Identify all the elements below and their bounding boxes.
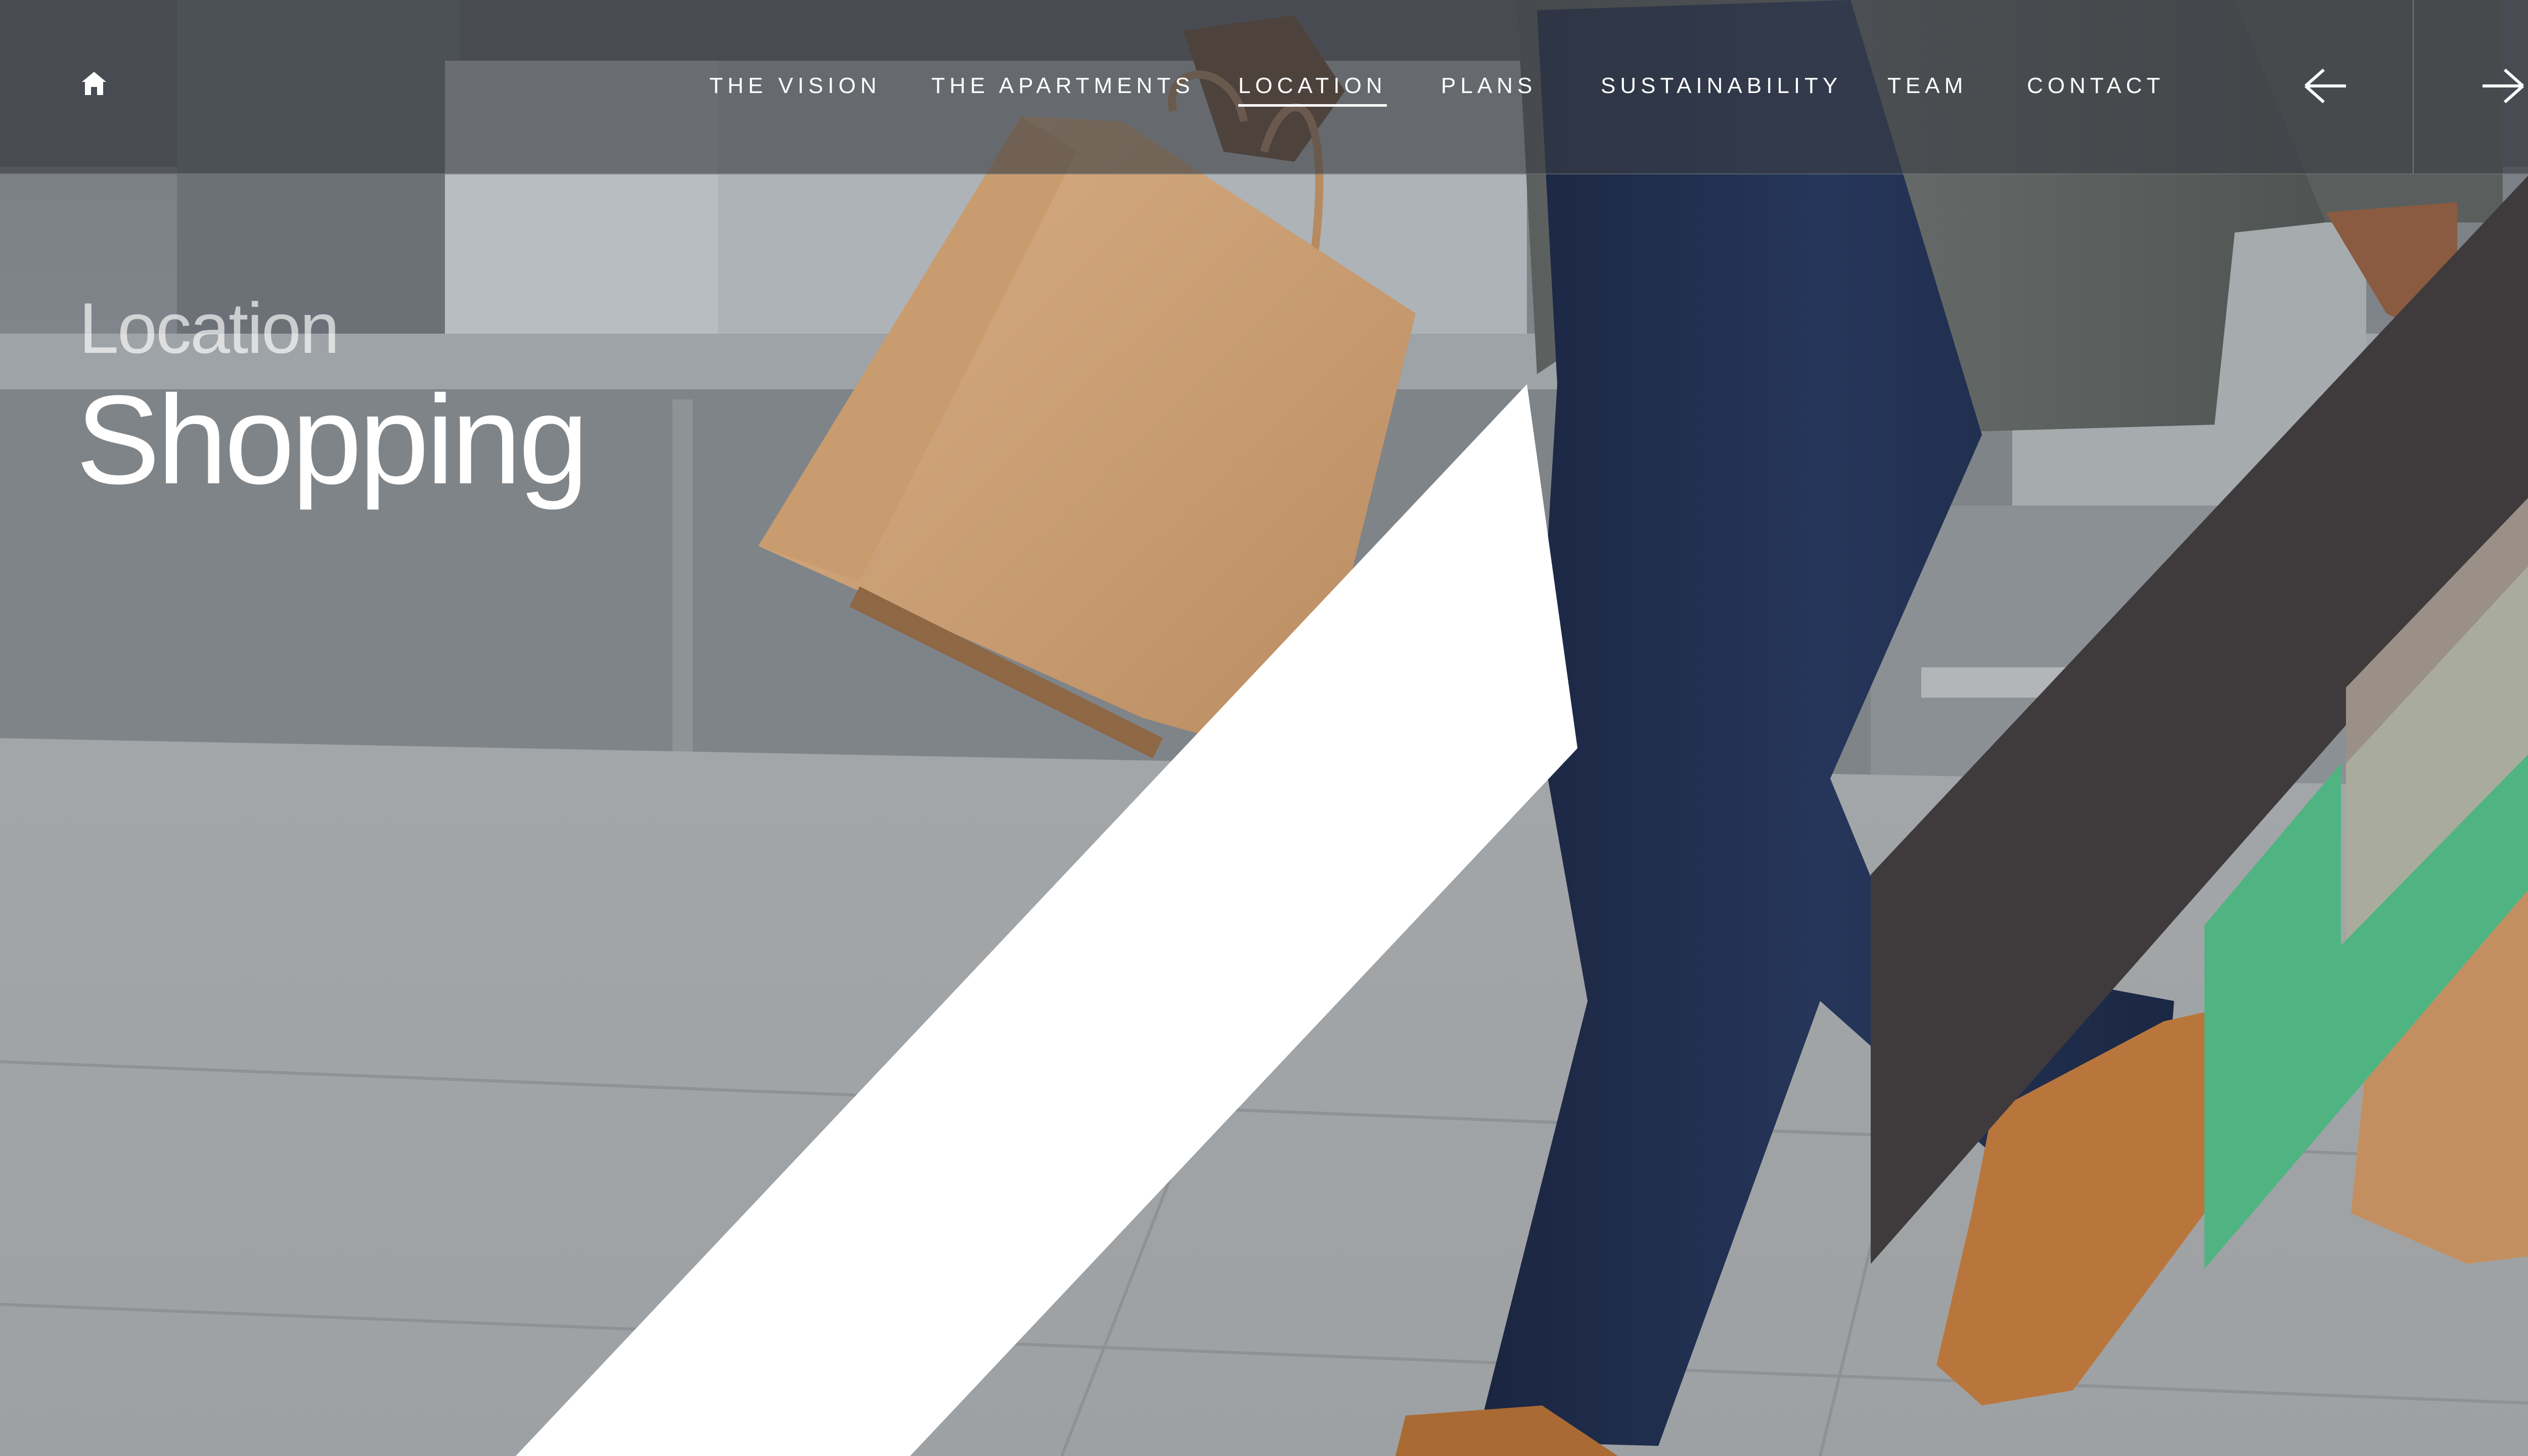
hero-title: Shopping (76, 369, 589, 510)
nav-divider (2413, 0, 2414, 173)
hero-subtitle: Location (79, 288, 340, 369)
arrow-left-icon[interactable] (2285, 56, 2366, 116)
arrow-right-icon[interactable] (2462, 56, 2528, 116)
nav-menu: THE VISION THE APARTMENTS LOCATION PLANS… (0, 71, 2528, 107)
nav-link-plans[interactable]: PLANS (1441, 71, 1537, 101)
background-photo (0, 0, 2528, 1456)
top-navigation-bar: THE VISION THE APARTMENTS LOCATION PLANS… (0, 0, 2528, 174)
nav-link-contact[interactable]: CONTACT (2027, 71, 2164, 101)
nav-link-the-apartments[interactable]: THE APARTMENTS (931, 71, 1194, 101)
nav-link-team[interactable]: TEAM (1887, 71, 1967, 101)
nav-link-location[interactable]: LOCATION (1238, 71, 1387, 107)
nav-link-sustainability[interactable]: SUSTAINABILITY (1601, 71, 1842, 101)
nav-link-the-vision[interactable]: THE VISION (709, 71, 881, 101)
